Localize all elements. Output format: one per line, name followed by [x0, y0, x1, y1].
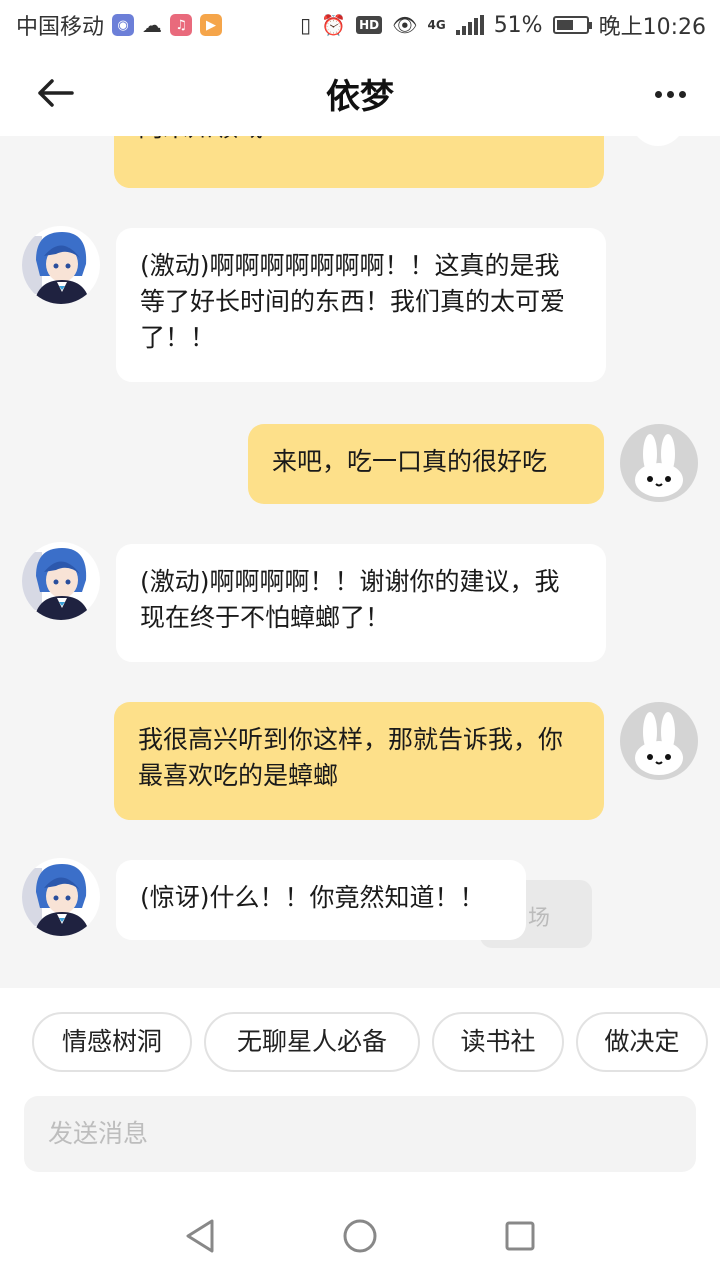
message-text: (激动)啊啊啊啊啊啊啊！！这真的是我等了好长时间的东西！我们真的太可爱了！！ — [140, 251, 566, 352]
vibrate-icon: ▯ — [300, 13, 312, 37]
message-text: 来吧，吃一口真的很好吃 — [272, 447, 548, 476]
network-type-label: 4G — [427, 18, 446, 32]
battery-percent: 51% — [493, 12, 543, 38]
suggestion-chips: 情感树洞 无聊星人必备 读书社 做决定 — [0, 988, 720, 1096]
status-bar: 中国移动 ◉ ☁ ♫ ▶ ▯ ⏰ HD 👁 4G 51% 晚上10:26 — [0, 0, 720, 50]
user-avatar[interactable] — [628, 136, 688, 146]
message-text: 我很高兴听到你这样，那就告诉我，你最喜欢吃的是蟑螂 — [138, 725, 564, 790]
back-arrow-icon[interactable] — [30, 70, 80, 116]
chip-emotional-treehole[interactable]: 情感树洞 — [32, 1012, 192, 1072]
carrier-label: 中国移动 — [16, 15, 105, 40]
eye-icon: 👁 — [392, 13, 418, 37]
signal-icon — [455, 15, 484, 35]
bot-avatar[interactable] — [22, 858, 100, 936]
music-icon: ♫ — [170, 14, 193, 36]
message-text: 向未知领域 — [138, 136, 263, 146]
bot-avatar[interactable] — [22, 226, 100, 304]
chip-book-club[interactable]: 读书社 — [432, 1012, 564, 1072]
cloud-icon: ☁ — [142, 13, 163, 37]
message-list[interactable]: 向未知领域 (激动)啊啊啊啊啊啊啊！！这真的是我等了好长时间的东西！我们真的太可… — [0, 136, 720, 988]
user-avatar[interactable] — [620, 702, 698, 780]
user-message-bubble[interactable]: 向未知领域 — [114, 136, 604, 188]
bot-message-bubble[interactable]: (激动)啊啊啊啊！！谢谢你的建议，我现在终于不怕蟑螂了！ — [116, 544, 606, 662]
message-text: (惊讶)什么！！你竟然知道！！ — [140, 883, 485, 912]
chip-boredom-essentials[interactable]: 无聊星人必备 — [204, 1012, 420, 1072]
message-text: (激动)啊啊啊啊！！谢谢你的建议，我现在终于不怕蟑螂了！ — [140, 567, 560, 632]
alarm-icon: ⏰ — [321, 13, 347, 37]
message-input[interactable]: 发送消息 — [24, 1096, 696, 1172]
bot-message-bubble[interactable]: (惊讶)什么！！你竟然知道！！ — [116, 860, 526, 940]
more-options-icon[interactable] — [650, 74, 690, 114]
page-title: 依梦 — [326, 76, 394, 117]
nav-back-icon[interactable] — [178, 1214, 222, 1258]
battery-icon — [552, 16, 592, 34]
bot-message-bubble[interactable]: (激动)啊啊啊啊啊啊啊！！这真的是我等了好长时间的东西！我们真的太可爱了！！ — [116, 228, 606, 382]
hd-icon: HD — [356, 16, 383, 34]
nav-home-icon[interactable] — [338, 1214, 382, 1258]
app-notification-icon: ◉ — [112, 14, 135, 36]
clock: 晚上10:26 — [598, 15, 706, 40]
chip-make-decision[interactable]: 做决定 — [576, 1012, 708, 1072]
chat-header: 依梦 — [0, 50, 720, 136]
bot-avatar[interactable] — [22, 542, 100, 620]
user-avatar[interactable] — [620, 424, 698, 502]
user-message-bubble[interactable]: 来吧，吃一口真的很好吃 — [248, 424, 604, 504]
user-message-bubble[interactable]: 我很高兴听到你这样，那就告诉我，你最喜欢吃的是蟑螂 — [114, 702, 604, 820]
nav-recents-icon[interactable] — [498, 1214, 542, 1258]
video-icon: ▶ — [200, 14, 223, 36]
system-nav-bar — [0, 1190, 720, 1280]
